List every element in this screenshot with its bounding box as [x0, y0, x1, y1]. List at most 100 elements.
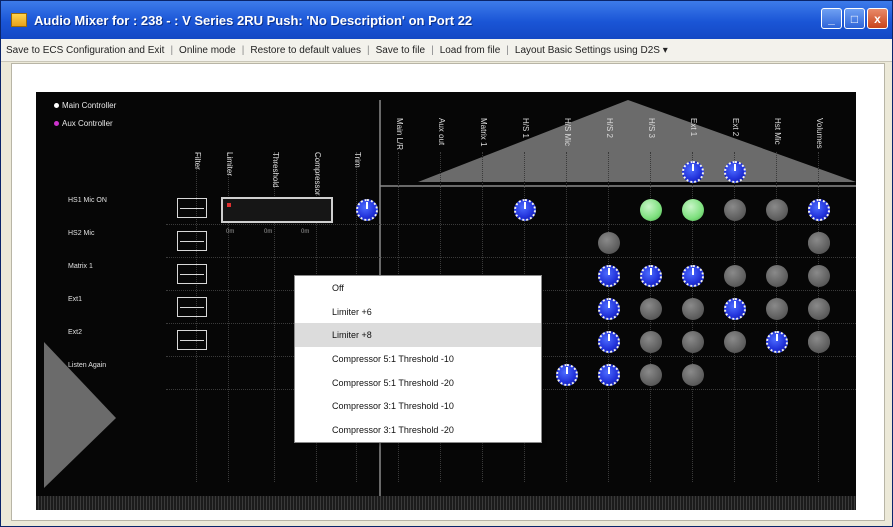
knob-icon[interactable]	[598, 232, 620, 254]
threshold-value-label: 0m	[264, 229, 273, 235]
app-icon	[11, 13, 27, 27]
legend-main-controller: Main Controller	[54, 101, 116, 110]
knob-icon[interactable]	[724, 199, 746, 221]
knob-icon[interactable]	[724, 331, 746, 353]
menu-item-limiter-8[interactable]: Limiter +8	[295, 323, 541, 348]
knob-icon[interactable]	[682, 331, 704, 353]
knob-icon[interactable]	[808, 298, 830, 320]
menu-load-from-file[interactable]: Load from file	[435, 45, 506, 56]
bottom-scale-ruler	[36, 496, 856, 510]
column-label-aux-out: Aux out	[437, 118, 446, 146]
knob-icon[interactable]	[808, 265, 830, 287]
column-label-h-s-1: H/S 1	[521, 118, 530, 139]
column-label-ext-2: Ext 2	[731, 118, 740, 137]
column-label-filter: Filter	[193, 152, 202, 170]
menu-save-to-file[interactable]: Save to file	[371, 45, 430, 56]
knob-icon[interactable]	[598, 331, 620, 353]
menu-item-compressor-3-1-minus-20[interactable]: Compressor 3:1 Threshold -20	[295, 418, 541, 442]
filter-toggle-box[interactable]	[177, 198, 207, 218]
grid-column-line	[566, 152, 567, 482]
knob-icon[interactable]	[640, 331, 662, 353]
knob-icon[interactable]	[598, 298, 620, 320]
knob-icon[interactable]	[356, 199, 378, 221]
column-label-trim: Trim	[353, 152, 362, 168]
menu-item-off[interactable]: Off	[295, 276, 541, 300]
knob-icon[interactable]	[640, 199, 662, 221]
column-label-main-l-r: Main L/R	[395, 118, 404, 151]
column-label-h-s-mic: H/S Mic	[563, 118, 572, 146]
minimize-button[interactable]: _	[821, 8, 842, 29]
limiter-value-label: 0m	[226, 229, 235, 235]
dynamics-context-menu: Off Limiter +6 Limiter +8 Compressor 5:1…	[294, 275, 542, 443]
main-controller-dot-icon	[54, 103, 59, 108]
filter-toggle-box[interactable]	[177, 264, 207, 284]
window-controls: _ □ x	[821, 8, 888, 29]
grid-row-line	[166, 224, 856, 225]
column-label-volumes: Volumes	[815, 118, 824, 149]
knob-icon[interactable]	[766, 199, 788, 221]
knob-icon[interactable]	[640, 265, 662, 287]
menu-restore-defaults[interactable]: Restore to default values	[245, 45, 366, 56]
column-label-hst-mic: Hst Mic	[773, 118, 782, 145]
knob-icon[interactable]	[724, 161, 746, 183]
knob-icon[interactable]	[640, 298, 662, 320]
knob-icon[interactable]	[808, 199, 830, 221]
menu-item-compressor-5-1-minus-20[interactable]: Compressor 5:1 Threshold -20	[295, 371, 541, 395]
menu-save-to-ecs[interactable]: Save to ECS Configuration and Exit	[1, 45, 169, 56]
filter-curve-icon	[180, 307, 204, 308]
menu-item-limiter-6[interactable]: Limiter +6	[295, 300, 541, 324]
filter-toggle-box[interactable]	[177, 330, 207, 350]
knob-icon[interactable]	[724, 265, 746, 287]
knob-icon[interactable]	[766, 331, 788, 353]
filter-curve-icon	[180, 274, 204, 275]
column-label-ext-1: Ext 1	[689, 118, 698, 137]
knob-icon[interactable]	[808, 331, 830, 353]
filter-toggle-box[interactable]	[177, 231, 207, 251]
legend-main-label: Main Controller	[62, 101, 117, 110]
knob-icon[interactable]	[724, 298, 746, 320]
knob-icon[interactable]	[682, 199, 704, 221]
close-button[interactable]: x	[867, 8, 888, 29]
filter-curve-icon	[180, 208, 204, 209]
knob-icon[interactable]	[682, 298, 704, 320]
column-label-threshold: Threshold	[271, 152, 280, 188]
knob-icon[interactable]	[598, 265, 620, 287]
legend-aux-label: Aux Controller	[62, 119, 113, 128]
knob-icon[interactable]	[556, 364, 578, 386]
column-label-limiter: Limiter	[225, 152, 234, 177]
compressor-value-label: 0m	[301, 229, 310, 235]
aux-controller-dot-icon	[54, 121, 59, 126]
limiter-threshold-control[interactable]	[221, 197, 333, 223]
menu-bar: Save to ECS Configuration and Exit | Onl…	[1, 39, 892, 62]
knob-icon[interactable]	[682, 364, 704, 386]
audio-mixer-window: Audio Mixer for : 238 - : V Series 2RU P…	[0, 0, 893, 527]
title-bar[interactable]: Audio Mixer for : 238 - : V Series 2RU P…	[1, 1, 892, 39]
window-title: Audio Mixer for : 238 - : V Series 2RU P…	[34, 12, 473, 28]
row-label-ext2: Ext2	[68, 329, 83, 336]
knob-icon[interactable]	[766, 298, 788, 320]
knob-icon[interactable]	[682, 265, 704, 287]
filter-curve-icon	[180, 340, 204, 341]
row-label-listen-again: Listen Again	[68, 362, 107, 369]
legend-aux-controller: Aux Controller	[54, 119, 113, 128]
knob-icon[interactable]	[514, 199, 536, 221]
knob-icon[interactable]	[640, 364, 662, 386]
column-label-matrix-1: Matrix 1	[479, 118, 488, 147]
column-label-compressor: Compressor	[313, 152, 322, 196]
row-label-ext1: Ext1	[68, 296, 83, 303]
menu-item-compressor-3-1-minus-10[interactable]: Compressor 3:1 Threshold -10	[295, 394, 541, 418]
filter-toggle-box[interactable]	[177, 297, 207, 317]
knob-icon[interactable]	[766, 265, 788, 287]
maximize-button[interactable]: □	[844, 8, 865, 29]
menu-item-compressor-5-1-minus-10[interactable]: Compressor 5:1 Threshold -10	[295, 347, 541, 371]
column-label-h-s-2: H/S 2	[605, 118, 614, 139]
knob-icon[interactable]	[808, 232, 830, 254]
column-label-h-s-3: H/S 3	[647, 118, 656, 139]
limiter-indicator-icon	[227, 203, 231, 207]
content-area: Main Controller Aux Controller Filter Lim…	[11, 63, 885, 521]
row-label-hs1-mic-on: HS1 Mic ON	[68, 197, 107, 204]
knob-icon[interactable]	[682, 161, 704, 183]
knob-icon[interactable]	[598, 364, 620, 386]
menu-layout-basic-settings[interactable]: Layout Basic Settings using D2S ▾	[510, 45, 673, 56]
menu-online-mode[interactable]: Online mode	[174, 45, 241, 56]
